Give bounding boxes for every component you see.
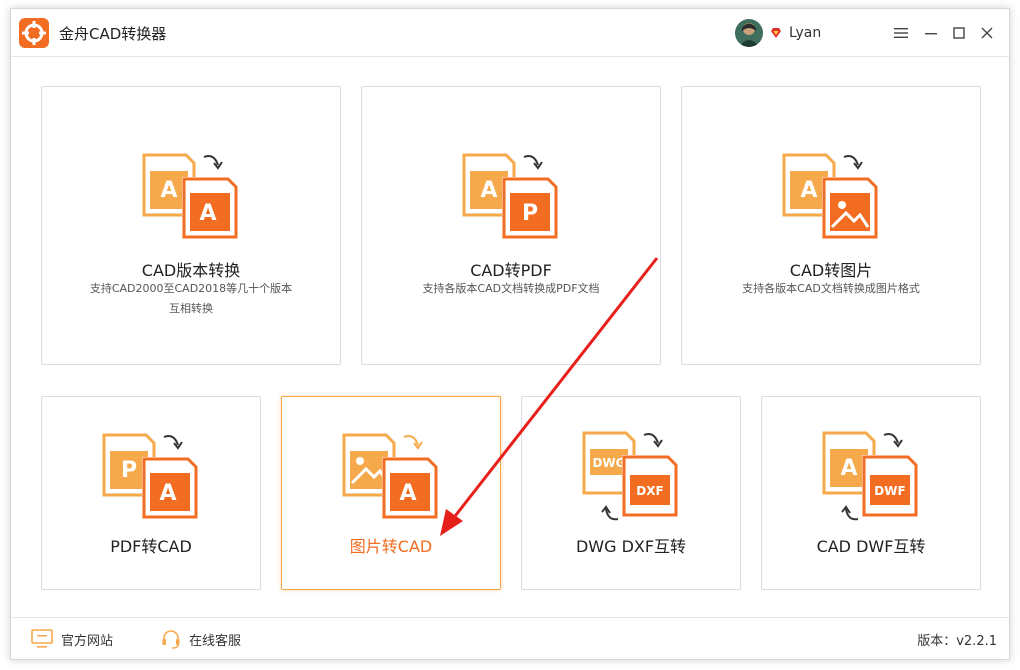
svg-text:A: A (480, 178, 497, 203)
card-cad-to-pdf[interactable]: A P CAD转PDF 支持各版本CAD文档转换成PDF文档 (361, 86, 661, 365)
card-title: CAD DWF互转 (816, 537, 926, 556)
card-title: CAD转图片 (789, 261, 873, 280)
cad-to-pdf-icon: A P (462, 153, 558, 239)
svg-text:A: A (840, 456, 857, 481)
online-support-label[interactable]: 在线客服 (189, 630, 241, 649)
minimize-icon (925, 33, 937, 35)
vip-diamond-icon (771, 28, 781, 38)
card-cad-version-convert[interactable]: A A CAD版本转换 支持CAD2000至CAD2018等几十个版本 互相转换 (41, 86, 341, 365)
card-title: CAD转PDF (470, 261, 552, 280)
svg-text:A: A (399, 481, 416, 506)
monitor-icon (31, 629, 53, 648)
user-profile[interactable]: Lyan (735, 18, 821, 48)
footer-bar: 官方网站 在线客服 版本：v2.2.1 (11, 617, 1009, 659)
online-support-link[interactable]: 在线客服 (161, 628, 241, 650)
minimize-button[interactable] (921, 23, 941, 43)
menu-button[interactable] (891, 23, 911, 43)
card-desc-line2: 互相转换 (169, 302, 213, 315)
svg-text:DWG: DWG (592, 456, 625, 470)
app-logo-icon (19, 18, 49, 48)
svg-text:P: P (121, 458, 137, 483)
pdf-to-cad-icon: P A (102, 433, 198, 519)
cad-to-image-icon: A (782, 153, 878, 239)
svg-text:A: A (159, 481, 176, 506)
card-desc-line1: 支持各版本CAD文档转换成图片格式 (742, 282, 920, 295)
svg-text:P: P (522, 201, 538, 226)
card-desc-line1: 支持各版本CAD文档转换成PDF文档 (422, 282, 600, 295)
maximize-icon (953, 27, 965, 39)
card-title: CAD版本转换 (141, 261, 241, 280)
svg-text:DXF: DXF (636, 484, 663, 498)
card-title: DWG DXF互转 (575, 537, 687, 556)
official-website-label[interactable]: 官方网站 (61, 630, 113, 649)
cad-dwf-convert-icon: A DWF (822, 431, 918, 521)
card-dwg-dxf-convert[interactable]: DWG DXF DWG DXF互转 (521, 396, 741, 590)
card-image-to-cad[interactable]: A 图片转CAD (281, 396, 501, 590)
close-button[interactable] (977, 23, 997, 43)
svg-text:A: A (160, 178, 177, 203)
hamburger-icon (894, 28, 908, 38)
maximize-button[interactable] (949, 23, 969, 43)
svg-text:DWF: DWF (874, 484, 905, 498)
close-icon (981, 27, 993, 39)
title-bar: 金舟CAD转换器 Lyan (11, 9, 1009, 57)
card-desc-line1: 支持CAD2000至CAD2018等几十个版本 (89, 282, 293, 295)
card-cad-dwf-convert[interactable]: A DWF CAD DWF互转 (761, 396, 981, 590)
card-title: 图片转CAD (349, 537, 433, 556)
svg-text:A: A (800, 178, 817, 203)
version-label: 版本：v2.2.1 (917, 634, 997, 649)
dwg-dxf-convert-icon: DWG DXF (582, 431, 678, 521)
card-pdf-to-cad[interactable]: P A PDF转CAD (41, 396, 261, 590)
avatar[interactable] (735, 19, 763, 47)
app-window: 金舟CAD转换器 Lyan A A CAD版本转换 支持CAD2000至CAD2… (10, 8, 1010, 660)
image-to-cad-icon: A (342, 433, 438, 519)
app-title: 金舟CAD转换器 (59, 25, 167, 43)
official-website-link[interactable]: 官方网站 (31, 628, 113, 650)
cad-version-convert-icon: A A (142, 153, 238, 239)
card-cad-to-image[interactable]: A CAD转图片 支持各版本CAD文档转换成图片格式 (681, 86, 981, 365)
card-title: PDF转CAD (110, 537, 192, 556)
svg-text:A: A (199, 201, 216, 226)
headset-icon (162, 630, 180, 649)
user-name[interactable]: Lyan (789, 25, 821, 41)
